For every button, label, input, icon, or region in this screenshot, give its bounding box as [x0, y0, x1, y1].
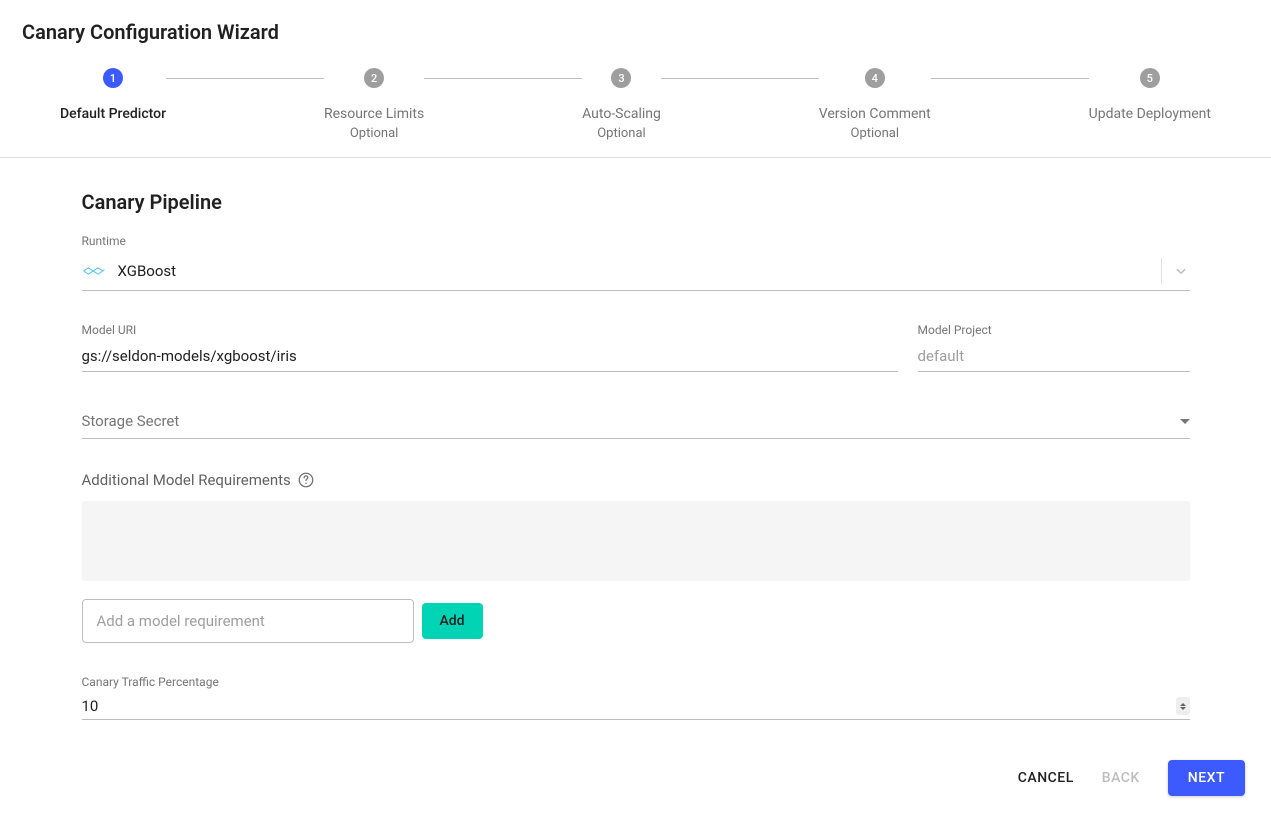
chevron-down-icon[interactable]	[1172, 262, 1190, 280]
step-optional-3: Optional	[597, 126, 645, 141]
step-circle-1: 1	[103, 68, 123, 88]
cancel-button[interactable]: CANCEL	[1018, 770, 1074, 786]
step-3[interactable]: 3 Auto-Scaling Optional	[582, 68, 661, 141]
step-label-3: Auto-Scaling	[582, 106, 661, 122]
model-uri-label: Model URI	[82, 323, 898, 337]
caret-down-icon	[1180, 419, 1190, 424]
section-title: Canary Pipeline	[82, 190, 1190, 214]
step-4[interactable]: 4 Version Comment Optional	[819, 68, 931, 141]
step-label-5: Update Deployment	[1089, 106, 1211, 122]
step-circle-4: 4	[865, 68, 885, 88]
add-requirement-button[interactable]: Add	[422, 603, 483, 639]
dropdown-separator	[1161, 258, 1162, 284]
model-project-label: Model Project	[918, 323, 1190, 337]
runtime-value: XGBoost	[118, 262, 1151, 280]
runtime-label: Runtime	[82, 234, 1190, 248]
step-divider	[661, 78, 819, 79]
model-uri-field: Model URI	[82, 323, 898, 372]
step-optional-2: Optional	[350, 126, 398, 141]
traffic-percentage-input[interactable]	[82, 697, 1176, 715]
page-title: Canary Configuration Wizard	[22, 20, 1249, 44]
storage-secret-select[interactable]: Storage Secret	[82, 404, 1190, 439]
step-5[interactable]: 5 Update Deployment	[1089, 68, 1211, 122]
step-divider	[931, 78, 1089, 79]
additional-requirements-label: Additional Model Requirements	[82, 471, 291, 489]
traffic-stepper[interactable]	[1176, 697, 1190, 715]
step-circle-2: 2	[364, 68, 384, 88]
storage-secret-placeholder: Storage Secret	[82, 412, 1180, 430]
stepper-down-icon[interactable]	[1180, 707, 1186, 710]
step-circle-3: 3	[611, 68, 631, 88]
stepper: 1 Default Predictor 2 Resource Limits Op…	[0, 44, 1271, 158]
step-optional-4: Optional	[851, 126, 899, 141]
step-label-4: Version Comment	[819, 106, 931, 122]
step-label-2: Resource Limits	[324, 106, 424, 122]
help-icon[interactable]	[297, 471, 315, 489]
step-2[interactable]: 2 Resource Limits Optional	[324, 68, 424, 141]
step-label-1: Default Predictor	[60, 106, 166, 122]
model-project-input[interactable]	[918, 341, 1190, 372]
footer-actions: CANCEL BACK NEXT	[0, 740, 1271, 816]
xgboost-icon	[82, 264, 106, 278]
add-requirement-input[interactable]	[82, 599, 414, 643]
stepper-up-icon[interactable]	[1180, 703, 1186, 706]
model-uri-input[interactable]	[82, 341, 898, 372]
step-divider	[424, 78, 582, 79]
step-circle-5: 5	[1140, 68, 1160, 88]
next-button[interactable]: NEXT	[1168, 760, 1245, 796]
step-divider	[166, 78, 324, 79]
requirements-list-box	[82, 501, 1190, 581]
step-1[interactable]: 1 Default Predictor	[60, 68, 166, 122]
runtime-select[interactable]: XGBoost	[82, 252, 1190, 291]
traffic-label: Canary Traffic Percentage	[82, 675, 1190, 689]
runtime-field: Runtime XGBoost	[82, 234, 1190, 291]
back-button[interactable]: BACK	[1102, 770, 1140, 786]
model-project-field: Model Project	[918, 323, 1190, 372]
